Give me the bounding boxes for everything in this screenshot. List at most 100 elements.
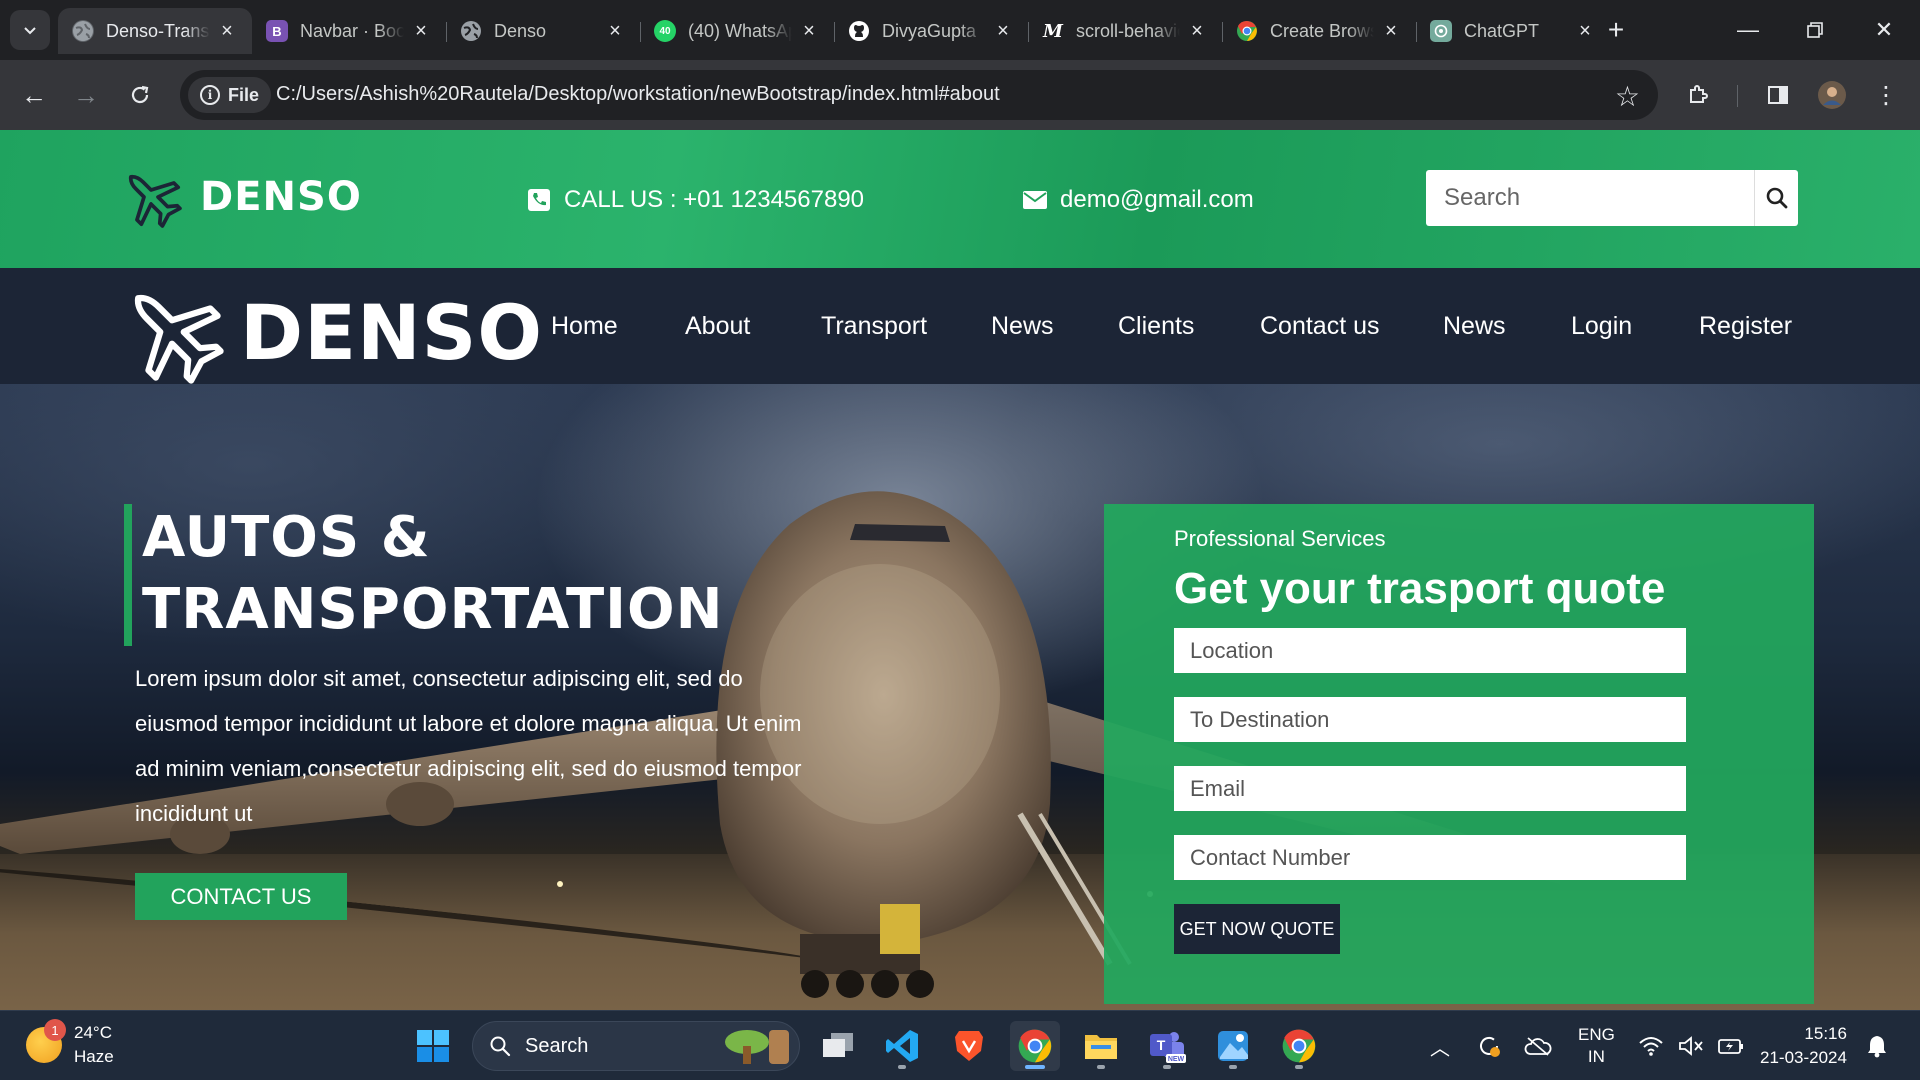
tab-scroll-behavior[interactable]: M scroll-behavior × bbox=[1028, 8, 1222, 54]
start-button[interactable] bbox=[408, 1021, 458, 1071]
brand-name: DENSO bbox=[200, 174, 362, 220]
tab-title: Denso-Transport bbox=[106, 20, 210, 41]
brand-logo-small[interactable]: DENSO bbox=[120, 166, 362, 228]
chrome-taskbar-button[interactable] bbox=[1010, 1021, 1060, 1071]
onedrive-tray-icon[interactable] bbox=[1524, 1011, 1552, 1080]
photos-icon bbox=[1218, 1031, 1248, 1061]
url-text[interactable]: C:/Users/Ashish%20Rautela/Desktop/workst… bbox=[276, 83, 1000, 106]
chrome-icon bbox=[1236, 20, 1258, 42]
hero-title-line-1: AUTOS & bbox=[142, 505, 431, 570]
contact-number-field[interactable] bbox=[1174, 835, 1686, 880]
close-icon[interactable]: × bbox=[216, 20, 238, 42]
weather-description: Haze bbox=[74, 1047, 114, 1066]
close-icon[interactable]: × bbox=[604, 20, 626, 42]
close-icon[interactable]: × bbox=[1186, 20, 1208, 42]
task-view-button[interactable] bbox=[813, 1021, 863, 1071]
show-hidden-icons[interactable]: ︿ bbox=[1430, 1011, 1450, 1080]
site-info-chip[interactable]: i File bbox=[188, 77, 272, 113]
nav-register[interactable]: Register bbox=[1699, 312, 1792, 341]
chrome-icon bbox=[1018, 1029, 1052, 1063]
tab-denso-transport[interactable]: Denso-Transport × bbox=[58, 8, 252, 54]
nav-about[interactable]: About bbox=[685, 312, 750, 341]
file-explorer-taskbar-button[interactable] bbox=[1076, 1021, 1126, 1071]
language-indicator[interactable]: ENG IN bbox=[1578, 1011, 1615, 1080]
brave-icon bbox=[955, 1031, 983, 1061]
browser-tab-strip: Denso-Transport × B Navbar · Bootstrap ×… bbox=[0, 0, 1920, 60]
nav-login[interactable]: Login bbox=[1571, 312, 1632, 341]
site-search-button[interactable] bbox=[1754, 170, 1798, 226]
nav-contact-us[interactable]: Contact us bbox=[1260, 312, 1380, 341]
vscode-taskbar-button[interactable] bbox=[877, 1021, 927, 1071]
extensions-button[interactable] bbox=[1678, 75, 1718, 115]
destination-field[interactable] bbox=[1174, 697, 1686, 742]
location-field[interactable] bbox=[1174, 628, 1686, 673]
new-tab-button[interactable]: + bbox=[1600, 14, 1632, 46]
running-indicator bbox=[1163, 1065, 1171, 1069]
brand-logo-large[interactable]: DENSO bbox=[120, 280, 543, 384]
tab-list: Denso-Transport × B Navbar · Bootstrap ×… bbox=[58, 8, 1610, 60]
close-icon[interactable]: × bbox=[798, 20, 820, 42]
forward-button[interactable]: → bbox=[66, 75, 106, 115]
notification-badge: 1 bbox=[44, 1019, 66, 1041]
chrome-profile-taskbar-button[interactable] bbox=[1274, 1021, 1324, 1071]
tab-chatgpt[interactable]: ChatGPT × bbox=[1416, 8, 1610, 54]
contact-us-button[interactable]: CONTACT US bbox=[135, 873, 347, 920]
mdn-icon: M bbox=[1043, 20, 1063, 42]
back-button[interactable]: ← bbox=[14, 75, 54, 115]
photos-taskbar-button[interactable] bbox=[1208, 1021, 1258, 1071]
wifi-icon bbox=[1639, 1037, 1663, 1056]
close-icon[interactable]: × bbox=[410, 20, 432, 42]
tab-title: ChatGPT bbox=[1464, 20, 1540, 41]
chrome-menu-button[interactable]: ⋮ bbox=[1866, 75, 1906, 115]
sync-tray-icon[interactable] bbox=[1476, 1011, 1502, 1080]
tab-whatsapp[interactable]: 40 (40) WhatsApp × bbox=[640, 8, 834, 54]
call-us-info: CALL US : +01 1234567890 bbox=[526, 186, 864, 214]
nav-news[interactable]: News bbox=[991, 312, 1054, 341]
bookmark-star-icon[interactable]: ☆ bbox=[1615, 80, 1640, 113]
nav-home[interactable]: Home bbox=[551, 312, 618, 341]
active-indicator bbox=[1025, 1065, 1045, 1069]
email-text[interactable]: demo@gmail.com bbox=[1060, 186, 1254, 214]
hero-title-line-2: TRANSPORTATION bbox=[142, 577, 724, 642]
cloud-offline-icon bbox=[1524, 1037, 1552, 1056]
tab-search-button[interactable] bbox=[10, 10, 50, 50]
quote-title: Get your trasport quote bbox=[1174, 564, 1666, 613]
side-panel-button[interactable] bbox=[1758, 75, 1798, 115]
site-search-input[interactable] bbox=[1426, 170, 1754, 226]
taskbar-search[interactable]: Search bbox=[472, 1021, 800, 1071]
chrome-icon bbox=[1282, 1029, 1316, 1063]
system-status-icons[interactable] bbox=[1638, 1011, 1744, 1080]
phone-icon bbox=[528, 189, 550, 211]
tab-navbar-bootstrap[interactable]: B Navbar · Bootstrap × bbox=[252, 8, 446, 54]
nav-news-2[interactable]: News bbox=[1443, 312, 1506, 341]
address-bar[interactable]: i File C:/Users/Ashish%20Rautela/Desktop… bbox=[180, 70, 1658, 120]
tab-create-browser[interactable]: Create Browser × bbox=[1222, 8, 1416, 54]
whatsapp-icon: 40 bbox=[654, 20, 676, 42]
close-window-button[interactable]: ✕ bbox=[1864, 10, 1904, 50]
tab-title: Navbar · Bootstrap bbox=[300, 20, 404, 41]
close-icon[interactable]: × bbox=[1574, 20, 1596, 42]
nav-transport[interactable]: Transport bbox=[821, 312, 927, 341]
email-field[interactable] bbox=[1174, 766, 1686, 811]
nav-clients[interactable]: Clients bbox=[1118, 312, 1194, 341]
tab-denso[interactable]: Denso × bbox=[446, 8, 640, 54]
weather-widget[interactable]: 1 24°C Haze bbox=[26, 1019, 114, 1069]
clock[interactable]: 15:16 21-03-2024 bbox=[1760, 1011, 1847, 1080]
minimize-button[interactable]: — bbox=[1728, 10, 1768, 50]
get-quote-button[interactable]: GET NOW QUOTE bbox=[1174, 904, 1340, 954]
clock-date: 21-03-2024 bbox=[1760, 1048, 1847, 1067]
close-icon[interactable]: × bbox=[992, 20, 1014, 42]
reload-button[interactable] bbox=[120, 75, 160, 115]
profile-avatar[interactable] bbox=[1812, 75, 1852, 115]
brave-taskbar-button[interactable] bbox=[944, 1021, 994, 1071]
teams-taskbar-button[interactable]: T NEW bbox=[1142, 1021, 1192, 1071]
tab-github[interactable]: DivyaGupta × bbox=[834, 8, 1028, 54]
quote-subtitle: Professional Services bbox=[1174, 526, 1386, 551]
notifications-button[interactable] bbox=[1866, 1011, 1888, 1080]
close-icon[interactable]: × bbox=[1380, 20, 1402, 42]
region-code: IN bbox=[1587, 1047, 1605, 1066]
running-indicator bbox=[898, 1065, 906, 1069]
whatsapp-badge: 40 bbox=[659, 25, 671, 37]
restore-button[interactable] bbox=[1795, 10, 1835, 50]
svg-text:NEW: NEW bbox=[1168, 1056, 1185, 1063]
